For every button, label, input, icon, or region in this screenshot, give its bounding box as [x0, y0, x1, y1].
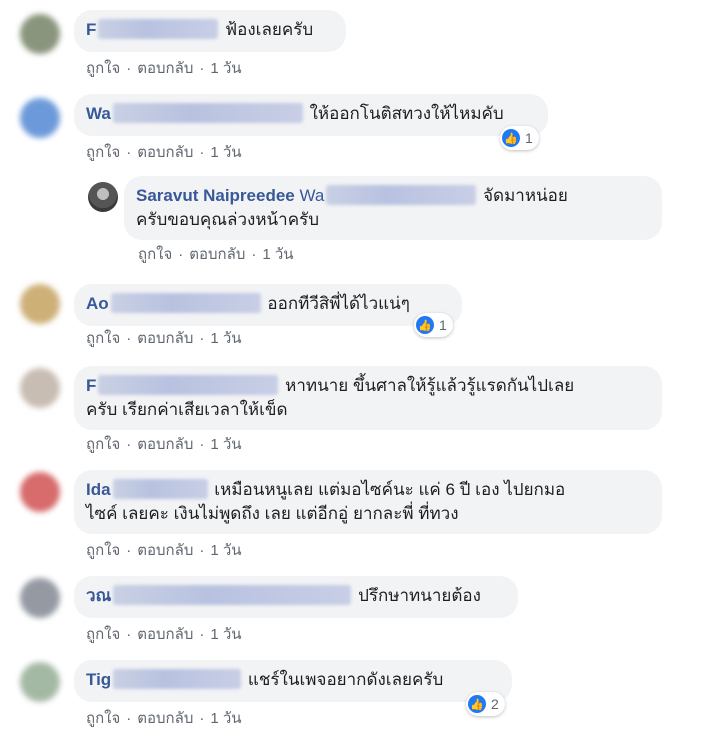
comment-text: แชร์ในเพจอยากดังเลยครับ — [247, 670, 444, 689]
comment-actions: ถูกใจ · ตอบกลับ · 1 วัน — [86, 144, 242, 161]
redacted-name — [110, 293, 261, 313]
reply-link[interactable]: ตอบกลับ — [137, 542, 193, 559]
redacted-name — [326, 185, 477, 205]
comment-text: เหมือนหนูเลย แต่มอไซค์นะ แค่ 6 ปี เอง ไป… — [214, 480, 566, 499]
timestamp[interactable]: 1 วัน — [262, 246, 293, 263]
reply-link[interactable]: ตอบกลับ — [137, 60, 193, 77]
commenter-name[interactable]: F — [86, 376, 96, 395]
commenter-name[interactable]: Wa — [86, 104, 111, 123]
redacted-name — [98, 375, 279, 395]
commenter-name[interactable]: Saravut Naipreedee — [136, 186, 295, 205]
commenter-name[interactable]: วณ — [86, 586, 111, 605]
timestamp[interactable]: 1 วัน — [210, 626, 241, 643]
timestamp[interactable]: 1 วัน — [210, 710, 241, 727]
reply-link[interactable]: ตอบกลับ — [189, 246, 245, 263]
commenter-name[interactable]: Ida — [86, 480, 111, 499]
timestamp[interactable]: 1 วัน — [210, 144, 241, 161]
comment-text-line2: ครับ เรียกค่าเสียเวลาให้เข็ด — [86, 400, 288, 419]
comment-text: ออกทีวีสิพี่ได้ไวแน่ๆ — [267, 294, 410, 313]
comment-bubble: Wa ให้ออกโนติสทวงให้ไหมคับ — [74, 94, 548, 136]
commenter-name[interactable]: F — [86, 20, 96, 39]
reply-link[interactable]: ตอบกลับ — [137, 626, 193, 643]
comment-text: ให้ออกโนติสทวงให้ไหมคับ — [309, 104, 504, 123]
timestamp[interactable]: 1 วัน — [210, 330, 241, 347]
like-link[interactable]: ถูกใจ — [86, 710, 120, 727]
commenter-avatar[interactable] — [20, 368, 60, 408]
comment-bubble: Ao ออกทีวีสิพี่ได้ไวแน่ๆ — [74, 284, 462, 326]
comment-actions: ถูกใจ · ตอบกลับ · 1 วัน — [138, 246, 294, 263]
comment-text: ฟ้องเลยครับ — [225, 20, 314, 39]
commenter-avatar[interactable] — [20, 662, 60, 702]
redacted-name — [112, 479, 208, 499]
reply-link[interactable]: ตอบกลับ — [137, 330, 193, 347]
commenter-avatar[interactable] — [20, 284, 60, 324]
comment-bubble: F ฟ้องเลยครับ — [74, 10, 346, 52]
timestamp[interactable]: 1 วัน — [210, 60, 241, 77]
reply-link[interactable]: ตอบกลับ — [137, 144, 193, 161]
comment-actions: ถูกใจ · ตอบกลับ · 1 วัน — [86, 626, 242, 643]
comment-text-line2: ครับขอบคุณล่วงหน้าครับ — [136, 210, 319, 229]
like-icon: 👍 — [468, 695, 486, 713]
commenter-avatar[interactable] — [20, 14, 60, 54]
like-link[interactable]: ถูกใจ — [86, 542, 120, 559]
like-link[interactable]: ถูกใจ — [86, 144, 120, 161]
redacted-name — [113, 585, 352, 605]
comment-bubble: F หาทนาย ขึ้นศาลให้รู้แล้วรู้แรดกันไปเลย… — [74, 366, 662, 430]
reply-bubble: Saravut Naipreedee Wa จัดมาหน่อย ครับขอบ… — [124, 176, 662, 240]
comment-bubble: Tig แชร์ในเพจอยากดังเลยครับ — [74, 660, 512, 702]
comment-actions: ถูกใจ · ตอบกลับ · 1 วัน — [86, 60, 242, 77]
like-icon: 👍 — [416, 316, 434, 334]
commenter-name[interactable]: Tig — [86, 670, 111, 689]
comment-text: ปรึกษาทนายต้อง — [358, 586, 481, 605]
redacted-name — [98, 19, 219, 39]
comment-actions: ถูกใจ · ตอบกลับ · 1 วัน — [86, 436, 242, 453]
like-link[interactable]: ถูกใจ — [86, 60, 120, 77]
commenter-avatar[interactable] — [20, 98, 60, 138]
commenter-name[interactable]: Ao — [86, 294, 109, 313]
comment-bubble: Ida เหมือนหนูเลย แต่มอไซค์นะ แค่ 6 ปี เอ… — [74, 470, 662, 534]
timestamp[interactable]: 1 วัน — [210, 542, 241, 559]
reply-avatar[interactable] — [88, 182, 118, 212]
reaction-count[interactable]: 👍 1 — [414, 313, 453, 337]
comment-bubble: วณ ปรึกษาทนายต้อง — [74, 576, 518, 618]
like-link[interactable]: ถูกใจ — [86, 626, 120, 643]
like-link[interactable]: ถูกใจ — [86, 436, 120, 453]
like-link[interactable]: ถูกใจ — [86, 330, 120, 347]
redacted-name — [113, 669, 242, 689]
reply-link[interactable]: ตอบกลับ — [137, 436, 193, 453]
reaction-count[interactable]: 👍 2 — [466, 692, 505, 716]
tagged-name[interactable]: Wa — [299, 186, 324, 205]
comment-text-line2: ไซค์ เลยคะ เงินไม่พูดถึง เลย แต่อีกอู่ ย… — [86, 504, 459, 523]
comment-text: หาทนาย ขึ้นศาลให้รู้แล้วรู้แรดกันไปเลย — [285, 376, 575, 395]
reaction-count[interactable]: 👍 1 — [500, 126, 539, 150]
like-icon: 👍 — [502, 129, 520, 147]
like-link[interactable]: ถูกใจ — [138, 246, 172, 263]
comment-actions: ถูกใจ · ตอบกลับ · 1 วัน — [86, 330, 242, 347]
commenter-avatar[interactable] — [20, 578, 60, 618]
reply-link[interactable]: ตอบกลับ — [137, 710, 193, 727]
comment-text: จัดมาหน่อย — [483, 186, 568, 205]
comment-actions: ถูกใจ · ตอบกลับ · 1 วัน — [86, 542, 242, 559]
timestamp[interactable]: 1 วัน — [210, 436, 241, 453]
commenter-avatar[interactable] — [20, 472, 60, 512]
redacted-name — [112, 103, 303, 123]
comment-actions: ถูกใจ · ตอบกลับ · 1 วัน — [86, 710, 242, 727]
